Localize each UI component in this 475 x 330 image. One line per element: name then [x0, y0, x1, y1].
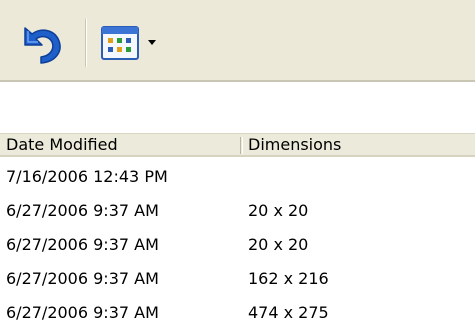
file-row[interactable]: 6/27/2006 9:37 AM 20 x 20 — [0, 228, 475, 262]
cell-date-modified: 7/16/2006 12:43 PM — [6, 167, 168, 186]
file-row[interactable]: 6/27/2006 9:37 AM 162 x 216 — [0, 262, 475, 296]
cell-date-modified: 6/27/2006 9:37 AM — [6, 201, 159, 220]
column-header-date-modified[interactable]: Date Modified — [6, 134, 238, 156]
column-separator[interactable] — [240, 137, 243, 154]
cell-dimensions: 20 x 20 — [248, 235, 309, 254]
toolbar-divider — [85, 19, 87, 67]
cell-dimensions: 474 x 275 — [248, 303, 329, 322]
views-button[interactable] — [99, 21, 163, 65]
cell-date-modified: 6/27/2006 9:37 AM — [6, 269, 159, 288]
undo-button[interactable] — [11, 18, 73, 66]
address-strip — [0, 82, 475, 120]
chevron-down-icon — [147, 39, 157, 47]
file-list: 7/16/2006 12:43 PM 6/27/2006 9:37 AM 20 … — [0, 160, 475, 330]
cell-dimensions: 162 x 216 — [248, 269, 329, 288]
cell-date-modified: 6/27/2006 9:37 AM — [6, 235, 159, 254]
column-header-row: Date Modified Dimensions — [0, 133, 475, 157]
file-row[interactable]: 6/27/2006 9:37 AM 474 x 275 — [0, 296, 475, 330]
cell-date-modified: 6/27/2006 9:37 AM — [6, 303, 159, 322]
file-row[interactable]: 6/27/2006 9:37 AM 20 x 20 — [0, 194, 475, 228]
undo-arrow-icon — [11, 18, 73, 66]
file-row[interactable]: 7/16/2006 12:43 PM — [0, 160, 475, 194]
column-header-dimensions[interactable]: Dimensions — [248, 134, 475, 156]
views-grid-icon — [99, 21, 143, 65]
cell-dimensions: 20 x 20 — [248, 201, 309, 220]
toolbar — [0, 0, 475, 82]
